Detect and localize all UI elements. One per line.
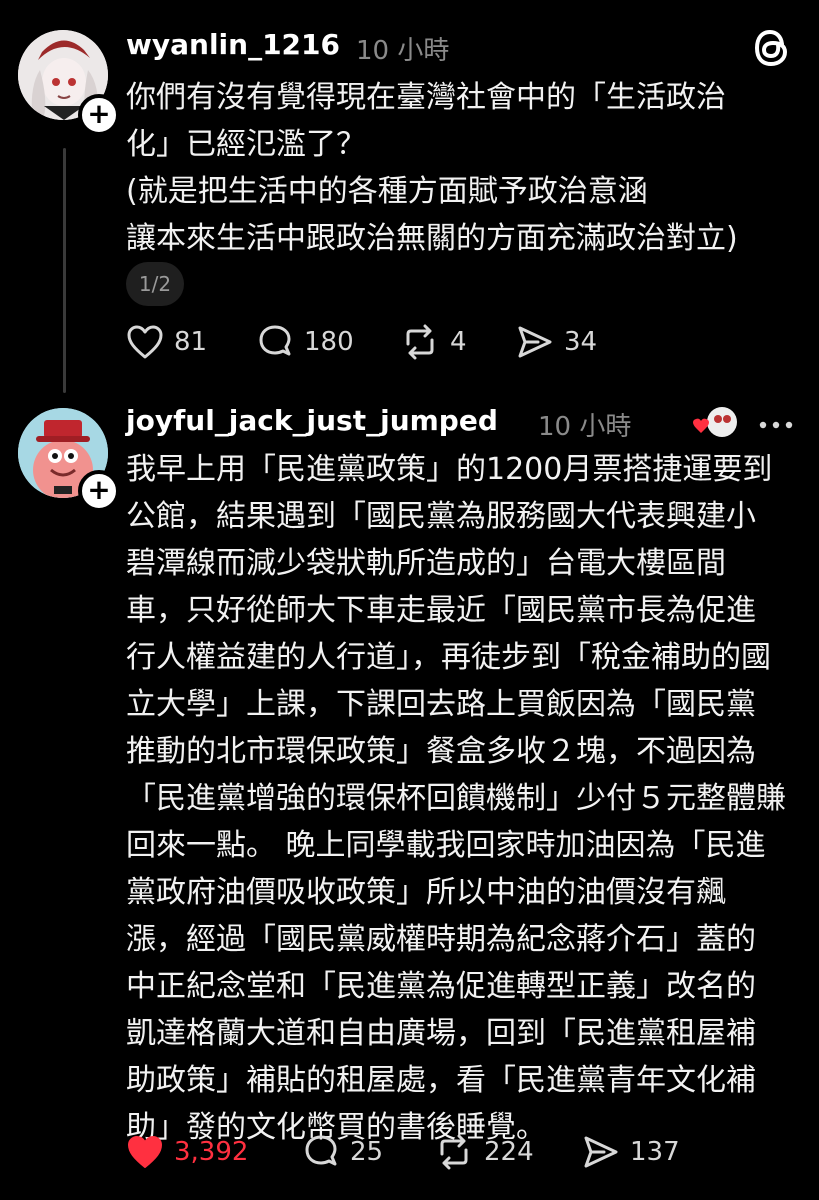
comment-icon bbox=[305, 1135, 337, 1166]
repost-count: 224 bbox=[484, 1137, 534, 1167]
share-icon bbox=[584, 1136, 618, 1168]
heart-icon bbox=[128, 1136, 162, 1168]
liked-by-avatar[interactable] bbox=[690, 406, 742, 446]
more-options-icon[interactable] bbox=[758, 416, 794, 435]
repost-icon bbox=[440, 1134, 468, 1170]
share-button[interactable]: 137 bbox=[582, 1134, 680, 1170]
share-count: 137 bbox=[630, 1137, 680, 1167]
like-button[interactable]: 3,392 bbox=[126, 1134, 248, 1170]
comment-button[interactable]: 25 bbox=[302, 1134, 383, 1170]
follow-plus-icon[interactable]: + bbox=[78, 470, 120, 512]
repost-button[interactable]: 224 bbox=[434, 1134, 534, 1170]
post-text: 我早上用「民進黨政策」的1200月票搭捷運要到 公館，結果遇到「國民黨為服務國大… bbox=[126, 452, 786, 1145]
username[interactable]: joyful_jack_just_jumped bbox=[126, 404, 498, 437]
comment-count: 25 bbox=[350, 1137, 384, 1167]
timestamp: 10 小時 bbox=[538, 412, 632, 442]
post-2: + joyful_jack_just_jumped 10 小時 我早上用「民進黨… bbox=[0, 0, 819, 1200]
like-count: 3,392 bbox=[174, 1137, 249, 1167]
